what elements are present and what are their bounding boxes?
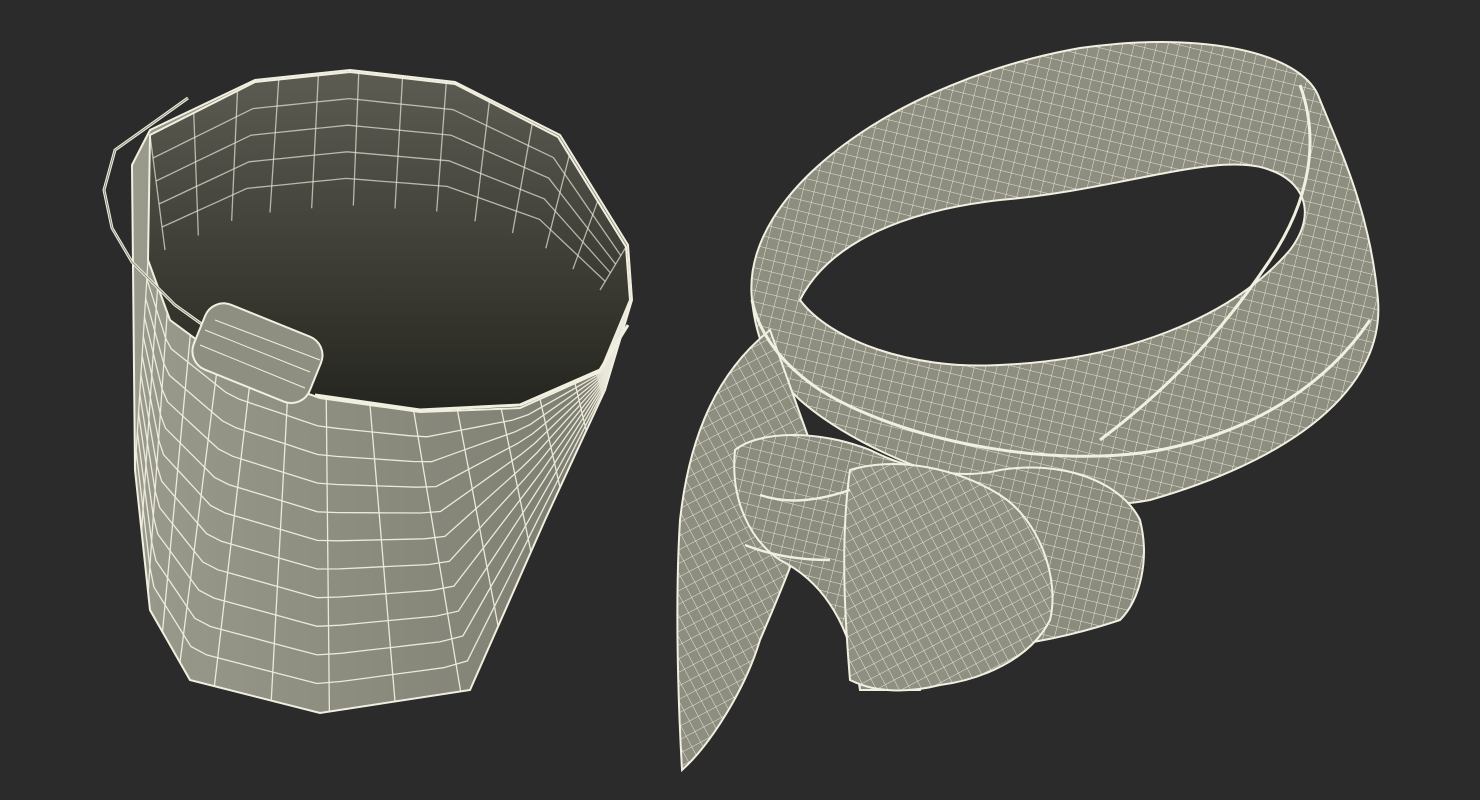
- wireframe-render: [0, 0, 1480, 800]
- render-viewport: [0, 0, 1480, 800]
